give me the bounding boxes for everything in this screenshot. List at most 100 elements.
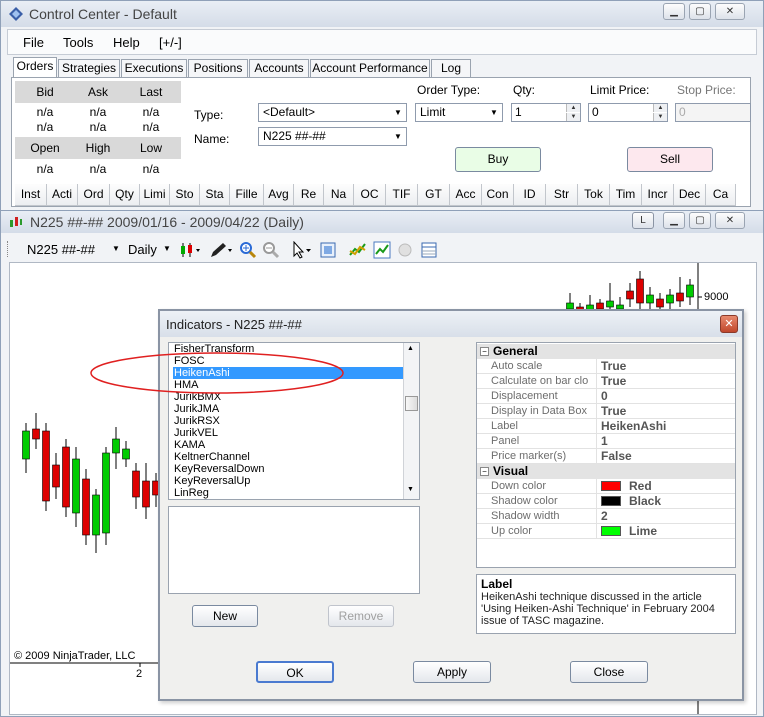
- column-header-tok[interactable]: Tok: [578, 184, 610, 206]
- indicator-list-scrollbar[interactable]: ▲ ▼: [403, 343, 419, 499]
- column-header-inst[interactable]: Inst: [15, 184, 47, 206]
- close-icon[interactable]: ✕: [715, 3, 745, 20]
- pointer-icon[interactable]: [291, 241, 313, 259]
- column-header-oc[interactable]: OC: [354, 184, 386, 206]
- column-header-sta[interactable]: Sta: [200, 184, 230, 206]
- scroll-down-icon[interactable]: ▼: [407, 486, 414, 493]
- property-value[interactable]: 2: [601, 509, 731, 524]
- column-header-dec[interactable]: Dec: [674, 184, 706, 206]
- zoom-out-icon[interactable]: [262, 241, 280, 259]
- indicator-item[interactable]: LinReg: [173, 487, 403, 499]
- stop-price-stepper[interactable]: 0: [675, 103, 751, 122]
- instrument-select[interactable]: N225 ##-## ▼: [258, 127, 407, 146]
- column-header-limi[interactable]: Limi: [140, 184, 170, 206]
- property-value[interactable]: 0: [601, 389, 731, 404]
- menu-tools[interactable]: Tools: [63, 35, 93, 50]
- category-visual[interactable]: − Visual: [477, 464, 735, 479]
- indicator-item[interactable]: FOSC: [173, 355, 403, 367]
- column-header-na[interactable]: Na: [324, 184, 354, 206]
- close-button[interactable]: Close: [570, 661, 648, 683]
- ok-button[interactable]: OK: [256, 661, 334, 683]
- chevron-down-icon[interactable]: ▼: [163, 244, 171, 253]
- indicator-item[interactable]: KeltnerChannel: [173, 451, 403, 463]
- order-type-select[interactable]: Limit ▼: [415, 103, 503, 122]
- tab-log[interactable]: Log: [431, 59, 471, 77]
- property-value[interactable]: True: [601, 404, 731, 419]
- l-button[interactable]: L: [632, 212, 654, 229]
- data-box-icon[interactable]: [420, 241, 438, 259]
- column-header-avg[interactable]: Avg: [264, 184, 294, 206]
- maximize-icon[interactable]: ▢: [689, 212, 711, 229]
- column-header-acti[interactable]: Acti: [47, 184, 78, 206]
- indicator-item[interactable]: JurikBMX: [173, 391, 403, 403]
- properties-icon[interactable]: [319, 241, 337, 259]
- spin-down-icon[interactable]: ▼: [566, 113, 580, 121]
- property-row[interactable]: Up color Lime: [477, 524, 735, 539]
- menu-file[interactable]: File: [23, 35, 44, 50]
- indicator-item[interactable]: HeikenAshi: [173, 367, 403, 379]
- tab-account-performance[interactable]: Account Performance: [310, 59, 430, 77]
- column-header-acc[interactable]: Acc: [450, 184, 482, 206]
- property-row[interactable]: Down color Red: [477, 479, 735, 494]
- chevron-down-icon[interactable]: ▼: [112, 244, 120, 253]
- property-value[interactable]: True: [601, 374, 731, 389]
- chart-instrument[interactable]: N225 ##-##: [27, 242, 95, 257]
- tab-executions[interactable]: Executions: [121, 59, 187, 77]
- column-header-qty[interactable]: Qty: [110, 184, 140, 206]
- column-header-tif[interactable]: TIF: [386, 184, 418, 206]
- spin-down-icon[interactable]: ▼: [653, 113, 667, 121]
- column-header-id[interactable]: ID: [514, 184, 546, 206]
- spin-up-icon[interactable]: ▲: [566, 104, 580, 112]
- scrollbar-thumb[interactable]: [405, 396, 418, 411]
- applied-indicators-list[interactable]: [168, 506, 420, 594]
- chart-titlebar[interactable]: N225 ##-## 2009/01/16 - 2009/04/22 (Dail…: [1, 211, 763, 233]
- maximize-icon[interactable]: ▢: [689, 3, 711, 20]
- tab-positions[interactable]: Positions: [188, 59, 248, 77]
- column-header-gt[interactable]: GT: [418, 184, 450, 206]
- column-header-ord[interactable]: Ord: [78, 184, 110, 206]
- indicator-item[interactable]: JurikJMA: [173, 403, 403, 415]
- limit-price-stepper[interactable]: 0 ▲ ▼: [588, 103, 668, 122]
- strategies-icon[interactable]: [373, 241, 391, 259]
- sell-button[interactable]: Sell: [627, 147, 713, 172]
- column-header-str[interactable]: Str: [546, 184, 578, 206]
- buy-button[interactable]: Buy: [455, 147, 541, 172]
- scroll-up-icon[interactable]: ▲: [407, 345, 414, 352]
- indicator-item[interactable]: FisherTransform: [173, 343, 403, 355]
- available-indicators-list[interactable]: FisherTransform FOSC HeikenAshi HMA JurikBMX…: [168, 342, 420, 500]
- property-value[interactable]: HeikenAshi: [601, 419, 731, 434]
- dialog-titlebar[interactable]: Indicators - N225 ##-## ✕: [160, 311, 742, 337]
- column-header-re[interactable]: Re: [294, 184, 324, 206]
- property-row[interactable]: Label HeikenAshi: [477, 419, 735, 434]
- property-row[interactable]: Display in Data Box True: [477, 404, 735, 419]
- property-row[interactable]: Panel 1: [477, 434, 735, 449]
- pen-icon[interactable]: [209, 241, 233, 259]
- menu-expand[interactable]: [+/-]: [159, 35, 182, 50]
- spin-up-icon[interactable]: ▲: [653, 104, 667, 112]
- column-header-fille[interactable]: Fille: [230, 184, 264, 206]
- record-icon[interactable]: [396, 241, 414, 259]
- indicator-item[interactable]: JurikRSX: [173, 415, 403, 427]
- property-value[interactable]: Lime: [601, 524, 731, 539]
- close-icon[interactable]: ✕: [720, 315, 738, 333]
- property-row[interactable]: Shadow color Black: [477, 494, 735, 509]
- chart-interval[interactable]: Daily: [128, 242, 157, 257]
- apply-button[interactable]: Apply: [413, 661, 491, 683]
- indicator-item[interactable]: JurikVEL: [173, 427, 403, 439]
- indicator-item[interactable]: KeyReversalDown: [173, 463, 403, 475]
- column-header-tim[interactable]: Tim: [610, 184, 642, 206]
- indicator-item[interactable]: HMA: [173, 379, 403, 391]
- property-value[interactable]: True: [601, 359, 731, 374]
- property-value[interactable]: 1: [601, 434, 731, 449]
- collapse-icon[interactable]: −: [480, 347, 489, 356]
- zoom-in-icon[interactable]: [239, 241, 257, 259]
- property-row[interactable]: Displacement 0: [477, 389, 735, 404]
- candlestick-icon[interactable]: [179, 241, 201, 259]
- control-center-titlebar[interactable]: Control Center - Default ▁ ▢ ✕: [1, 1, 763, 27]
- tab-accounts[interactable]: Accounts: [249, 59, 309, 77]
- minimize-icon[interactable]: ▁: [663, 3, 685, 20]
- indicator-item[interactable]: KeyReversalUp: [173, 475, 403, 487]
- property-row[interactable]: Auto scale True: [477, 359, 735, 374]
- property-row[interactable]: Calculate on bar clo True: [477, 374, 735, 389]
- property-row[interactable]: Price marker(s) False: [477, 449, 735, 464]
